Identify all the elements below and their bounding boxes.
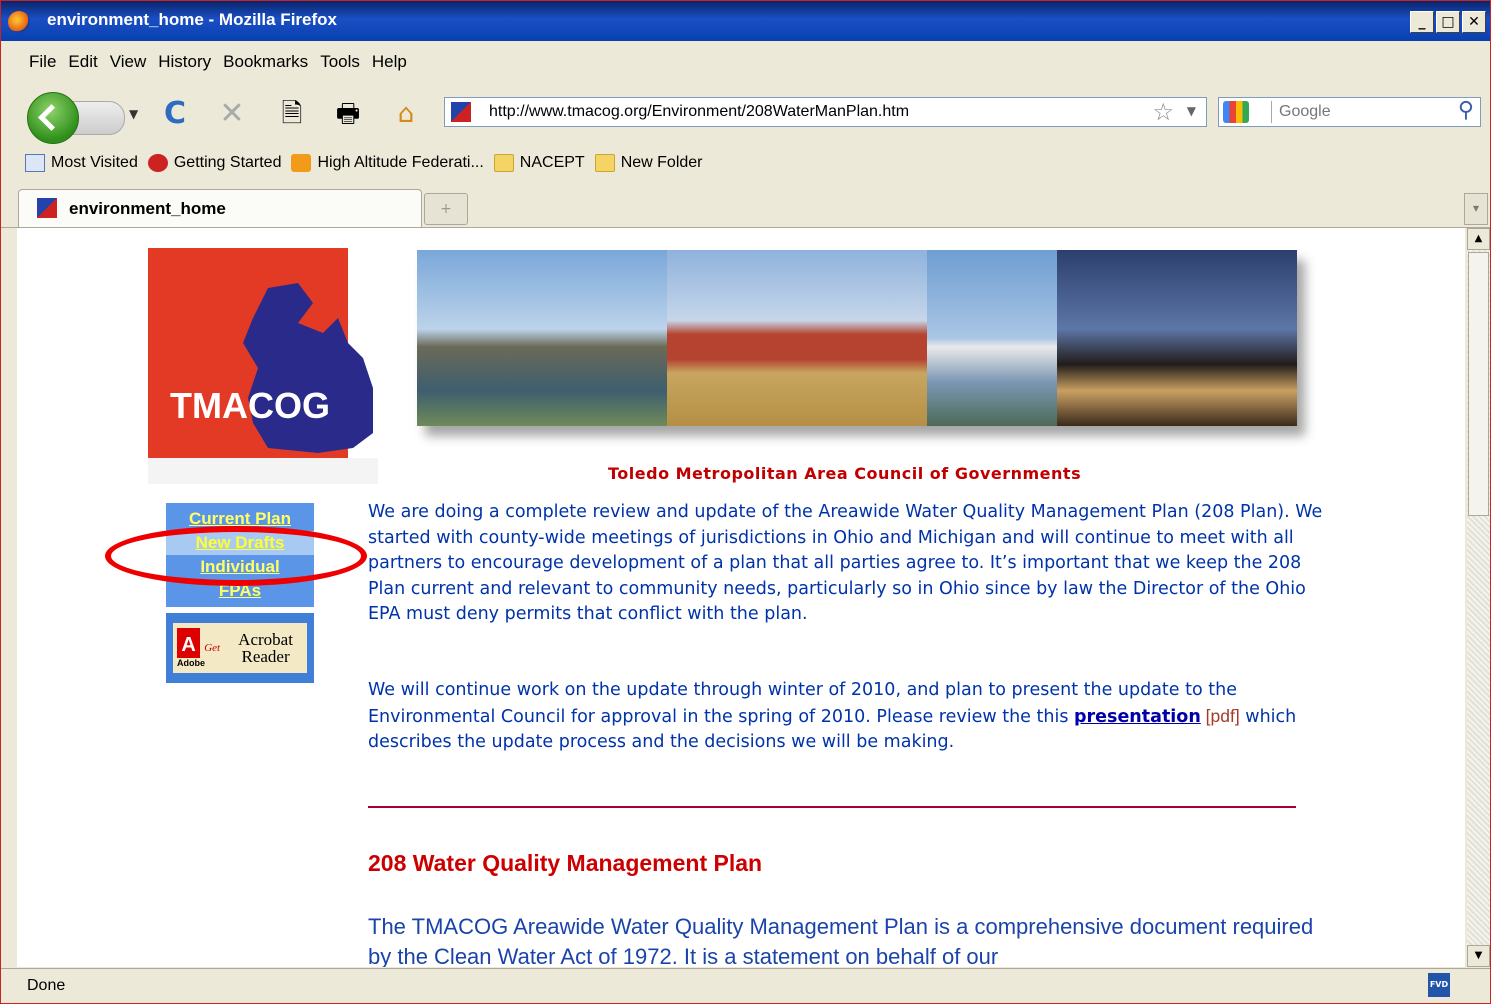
new-page-icon[interactable]: 🗎 [275, 97, 309, 131]
menu-help[interactable]: Help [372, 52, 407, 72]
tab-favicon-icon [37, 198, 57, 218]
window-controls: _ □ ✕ [1410, 11, 1486, 33]
banner-barn [667, 250, 927, 426]
intro-paragraph: We are doing a complete review and updat… [368, 502, 1323, 624]
presentation-link[interactable]: presentation [1074, 707, 1201, 727]
tab-list-icon[interactable]: ▾ [1464, 193, 1488, 225]
most-visited-icon [25, 154, 45, 172]
menu-view[interactable]: View [110, 52, 147, 72]
folder-icon [594, 154, 615, 172]
menu-bar: File Edit View History Bookmarks Tools H… [1, 45, 1490, 79]
print-icon[interactable]: 🖶 [331, 97, 365, 131]
search-box[interactable]: Google ⚲ [1218, 97, 1481, 127]
reload-icon[interactable]: C [158, 97, 192, 131]
scroll-up-icon[interactable]: ▲ [1467, 228, 1490, 250]
address-bar[interactable]: http://www.tmacog.org/Environment/208Wat… [444, 97, 1207, 127]
window-title: environment_home - Mozilla Firefox [47, 10, 337, 29]
acrobat-badge-inner: A Adobe Get Acrobat Reader [173, 623, 307, 673]
home-icon[interactable]: ⌂ [389, 97, 423, 131]
stop-icon[interactable]: ✕ [215, 97, 249, 131]
scroll-thumb[interactable] [1468, 252, 1489, 516]
annotation-red-oval [105, 526, 367, 586]
tab-label: environment_home [69, 199, 226, 218]
org-tagline: Toledo Metropolitan Area Council of Gove… [608, 464, 1082, 483]
update-paragraph: We will continue work on the update thro… [368, 678, 1328, 756]
bookmark-label: Getting Started [173, 154, 282, 171]
bookmark-most-visited[interactable]: Most Visited [25, 154, 138, 172]
navigation-toolbar: ▼ C ✕ 🗎 🖶 ⌂ http://www.tmacog.org/Enviro… [1, 83, 1490, 144]
section-heading: 208 Water Quality Management Plan [368, 850, 763, 876]
divider [368, 806, 1296, 808]
vertical-scrollbar[interactable]: ▲ ▼ [1467, 228, 1490, 967]
bookmark-star-icon[interactable]: ☆ [1152, 98, 1174, 126]
banner-statue [1057, 250, 1297, 426]
get-label: Get [204, 642, 221, 654]
browser-window: environment_home - Mozilla Firefox _ □ ✕… [0, 0, 1491, 1004]
tab-strip: environment_home + ▾ [1, 185, 1490, 228]
menu-tools[interactable]: Tools [320, 52, 360, 72]
logo-text: TMACOG [170, 385, 330, 426]
url-dropdown-icon[interactable]: ▼ [1187, 104, 1196, 118]
site-favicon-icon [451, 102, 471, 122]
firefox-icon [8, 11, 30, 33]
plan-description: The TMACOG Areawide Water Quality Manage… [368, 914, 1314, 967]
menu-edit[interactable]: Edit [68, 52, 97, 72]
minimize-button[interactable]: _ [1410, 11, 1434, 33]
adobe-logo-icon: A Adobe [177, 628, 205, 668]
menu-bookmarks[interactable]: Bookmarks [223, 52, 308, 72]
close-button[interactable]: ✕ [1462, 11, 1486, 33]
new-tab-button[interactable]: + [424, 193, 468, 225]
menu-history[interactable]: History [158, 52, 211, 72]
search-icon[interactable]: ⚲ [1458, 98, 1474, 123]
acrobat-reader-label: Acrobat Reader [238, 630, 293, 666]
back-button[interactable] [27, 92, 79, 144]
fvd-downloader-icon[interactable]: FVD [1428, 973, 1450, 997]
bookmark-getting-started[interactable]: Getting Started [147, 154, 282, 172]
status-text: Done [27, 977, 66, 994]
title-bar: environment_home - Mozilla Firefox _ □ ✕ [1, 1, 1490, 41]
get-acrobat-reader-badge[interactable]: A Adobe Get Acrobat Reader [166, 613, 314, 683]
rss-feed-icon [291, 154, 312, 172]
header-banner-image [417, 250, 1297, 426]
bookmark-new-folder[interactable]: New Folder [594, 154, 703, 172]
url-text[interactable]: http://www.tmacog.org/Environment/208Wat… [489, 103, 909, 121]
bookmark-high-altitude[interactable]: High Altitude Federati... [291, 154, 484, 172]
forward-button[interactable] [73, 101, 125, 135]
banner-city-skyline [417, 250, 667, 426]
banner-lighthouse [927, 250, 1057, 426]
history-dropdown-icon[interactable]: ▼ [129, 107, 138, 121]
tab-environment-home[interactable]: environment_home [18, 189, 422, 227]
google-icon[interactable] [1223, 101, 1249, 123]
bookmark-label: NACEPT [519, 154, 585, 171]
menu-file[interactable]: File [29, 52, 56, 72]
maximize-button[interactable]: □ [1436, 11, 1460, 33]
page-content: TMACOG Toledo Metropolitan Area Council … [17, 228, 1465, 967]
pdf-label: [pdf] [1200, 705, 1240, 726]
bookmarks-toolbar: Most Visited Getting Started High Altitu… [1, 148, 1490, 178]
folder-icon [493, 154, 514, 172]
bookmark-nacept[interactable]: NACEPT [493, 154, 585, 172]
search-input[interactable]: Google [1279, 103, 1331, 121]
bookmark-label: New Folder [620, 154, 703, 171]
tmacog-logo: TMACOG [148, 248, 378, 484]
bookmark-label: High Altitude Federati... [317, 154, 484, 171]
scroll-down-icon[interactable]: ▼ [1467, 945, 1490, 967]
search-divider [1271, 101, 1272, 123]
status-bar: Done FVD [1, 968, 1490, 1003]
adobe-label: Adobe [177, 658, 205, 668]
bookmark-label: Most Visited [51, 154, 138, 171]
getting-started-icon [147, 154, 168, 172]
